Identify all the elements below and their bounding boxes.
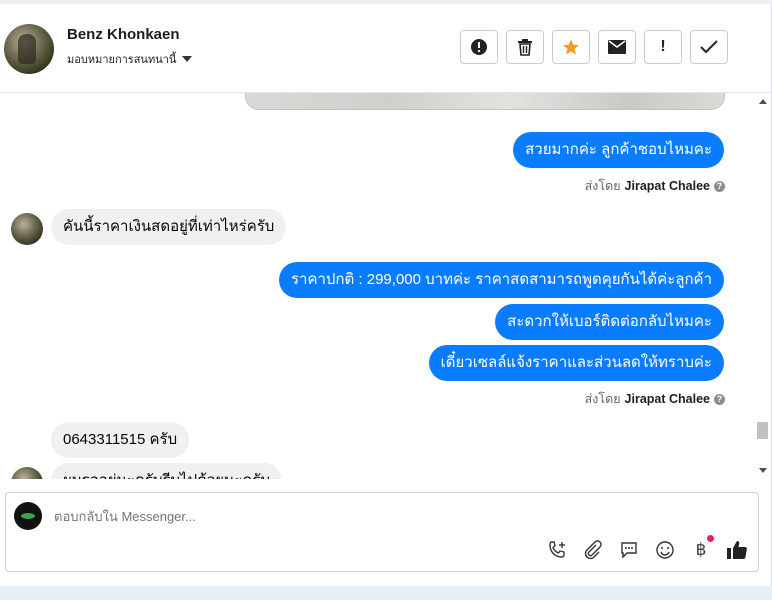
- composer-tools: ฿: [546, 535, 748, 561]
- sent-by-name: Jirapat Chalee: [624, 392, 710, 406]
- scroll-down-arrow-icon[interactable]: [759, 468, 767, 473]
- message-incoming[interactable]: 0643311515 ครับ: [51, 422, 190, 458]
- avatar[interactable]: [4, 24, 54, 74]
- trash-icon: [518, 39, 532, 56]
- attach-button[interactable]: [582, 539, 604, 561]
- avatar[interactable]: [11, 213, 43, 245]
- message-outgoing[interactable]: สะดวกให้เบอร์ติดต่อกลับไหมคะ: [495, 304, 724, 340]
- conversation-panel: Benz Khonkaen มอบหมายการสนทนานี้ ! สวยมา…: [0, 0, 772, 586]
- assign-dropdown[interactable]: มอบหมายการสนทนานี้: [67, 50, 193, 68]
- caret-down-icon: [182, 56, 193, 62]
- avatar[interactable]: [11, 467, 43, 479]
- conversation-header: Benz Khonkaen มอบหมายการสนทนานี้ !: [0, 4, 770, 93]
- chat-bubble-icon: [621, 542, 637, 559]
- sent-by-prefix: ส่งโดย: [584, 392, 621, 406]
- like-button[interactable]: [726, 539, 748, 561]
- image-attachment[interactable]: [245, 93, 725, 110]
- smile-icon: [656, 541, 674, 559]
- message-incoming[interactable]: ผมรออยู่นะครับรีบไปด้วยนะครับ: [51, 463, 282, 479]
- thumbs-up-icon: [727, 541, 747, 559]
- sent-by: ส่งโดย Jirapat Chalee ?: [585, 389, 725, 409]
- star-icon: [563, 39, 579, 55]
- star-button[interactable]: [552, 30, 590, 64]
- alert-button[interactable]: [460, 30, 498, 64]
- header-actions: !: [460, 30, 728, 64]
- sent-by-name: Jirapat Chalee: [624, 179, 710, 193]
- scrollbar-thumb[interactable]: [757, 422, 768, 439]
- page-footer-band: [0, 586, 772, 600]
- call-plus-button[interactable]: [546, 539, 568, 561]
- check-icon: [700, 40, 718, 54]
- mark-unread-button[interactable]: [598, 30, 636, 64]
- notification-dot: [707, 535, 714, 542]
- saved-replies-button[interactable]: [618, 539, 640, 561]
- emoji-button[interactable]: [654, 539, 676, 561]
- important-label: !: [660, 38, 666, 55]
- sent-by: ส่งโดย Jirapat Chalee ?: [585, 176, 725, 196]
- reply-composer: ฿: [5, 492, 759, 572]
- message-outgoing[interactable]: เดี๋ยวเซลล์แจ้งราคาและส่วนลดให้ทราบค่ะ: [428, 345, 724, 381]
- message-thread[interactable]: สวยมากค่ะ ลูกค้าชอบไหมคะ ส่งโดย Jirapat …: [0, 93, 754, 479]
- sent-by-prefix: ส่งโดย: [584, 179, 621, 193]
- reply-input[interactable]: [54, 509, 454, 524]
- page-avatar: [14, 502, 42, 530]
- done-button[interactable]: [690, 30, 728, 64]
- paperclip-icon: [584, 540, 602, 560]
- contact-name[interactable]: Benz Khonkaen: [67, 26, 180, 43]
- message-outgoing[interactable]: ราคาปกติ : 299,000 บาทค่ะ ราคาสดสามารถพู…: [278, 262, 724, 298]
- baht-icon: ฿: [695, 540, 707, 559]
- help-icon[interactable]: ?: [714, 180, 725, 192]
- scroll-up-arrow-icon[interactable]: [759, 99, 767, 104]
- delete-button[interactable]: [506, 30, 544, 64]
- exclamation-circle-icon: [471, 39, 487, 55]
- message-outgoing[interactable]: สวยมากค่ะ ลูกค้าชอบไหมคะ: [513, 132, 724, 168]
- scrollbar[interactable]: [754, 93, 770, 479]
- message-incoming[interactable]: คันนี้ราคาเงินสดอยู่ที่เท่าไหร่ครับ: [51, 209, 287, 245]
- envelope-icon: [608, 40, 626, 54]
- call-plus-icon: [549, 541, 565, 558]
- assign-label: มอบหมายการสนทนานี้: [67, 54, 177, 66]
- help-icon[interactable]: ?: [714, 393, 725, 405]
- important-button[interactable]: !: [644, 30, 682, 64]
- payment-button[interactable]: ฿: [690, 535, 714, 561]
